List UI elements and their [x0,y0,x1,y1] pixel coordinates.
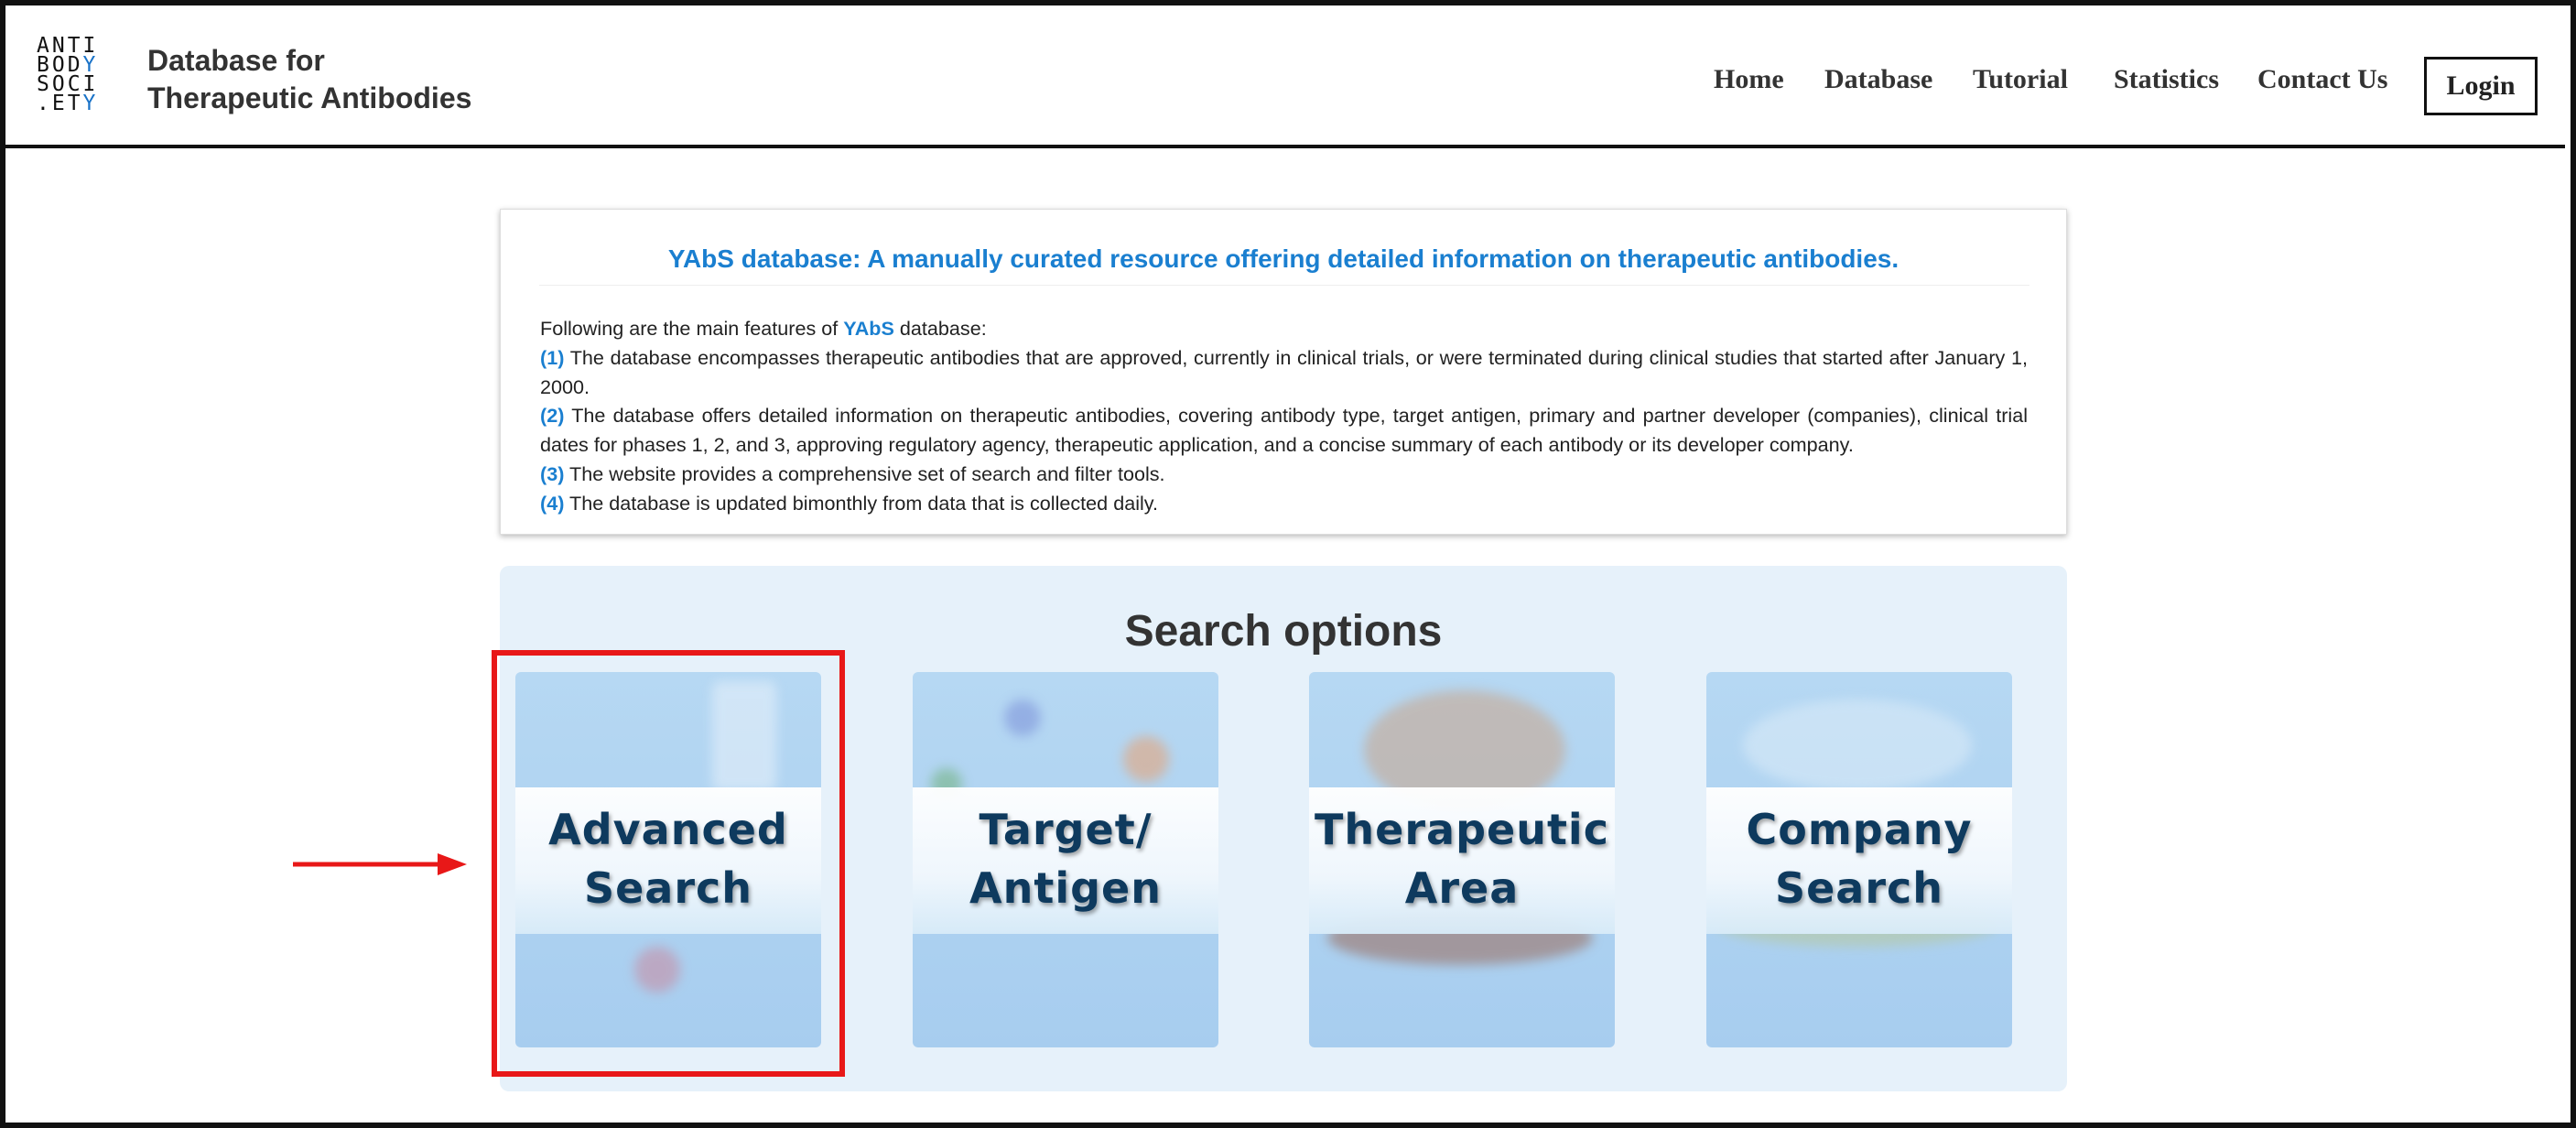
intro-divider [539,285,2029,286]
feature-text: The database encompasses therapeutic ant… [540,345,2028,398]
nav-contact-us[interactable]: Contact Us [2257,64,2388,95]
therapeutic-area-tile[interactable]: Therapeutic Area [1309,672,1615,1047]
site-header: ANTI BODY SOCI .ETY Database for Therapeuti… [5,5,2565,148]
logo-letters: Y [82,92,99,115]
intro-title: YAbS database: A manually curated resour… [667,244,1900,273]
feature-text: The database is updated bimonthly from d… [564,491,1158,515]
feature-number: (3) [540,461,565,485]
site-brand[interactable]: Database for Therapeutic Antibodies [147,42,471,117]
target-antigen-tile[interactable]: Target/ Antigen [913,672,1218,1047]
therapeutic-area-label: Therapeutic Area [1315,805,1609,913]
main-nav: Home Database Tutorial Statistics Contac… [1714,57,2538,121]
logo-letters: .ET [37,92,83,115]
logo-row: .ETY [37,92,99,115]
feature-item: (4) The database is updated bimonthly fr… [540,489,2028,518]
target-antigen-label: Target/ Antigen [969,805,1162,913]
molecule-icon [1123,736,1169,782]
intro-body: Following are the main features of YAbS … [540,314,2028,518]
antibody-society-logo[interactable]: ANTI BODY SOCI .ETY [37,36,99,115]
feature-item: (1) The database encompasses therapeutic… [540,343,2028,402]
company-search-tile[interactable]: Company Search [1706,672,2012,1047]
feature-text: The database offers detailed information… [540,404,2028,457]
intro-lead-after: database: [893,317,987,340]
feature-text: The website provides a comprehensive set… [564,461,1165,485]
annotation-highlight-box [492,650,845,1077]
intro-lead-before: Following are the main features of [540,317,844,340]
feature-number: (4) [540,491,565,515]
feature-number: (1) [540,345,565,369]
nav-home[interactable]: Home [1714,64,1784,95]
login-button[interactable]: Login [2424,57,2538,115]
nav-database[interactable]: Database [1824,64,1932,95]
company-search-label: Company Search [1746,805,1973,913]
intro-lead-highlight: YAbS [843,317,894,340]
nav-statistics[interactable]: Statistics [2114,64,2219,95]
feature-item: (3) The website provides a comprehensive… [540,460,2028,489]
brand-line-2: Therapeutic Antibodies [147,81,472,114]
brand-line-1: Database for [147,44,325,77]
target-antigen-illustration-icon [1004,700,1041,736]
intro-card: YAbS database: A manually curated resour… [500,209,2067,535]
annotation-arrow-icon [293,853,467,875]
company-search-illustration-icon [1743,700,1972,791]
intro-lead: Following are the main features of YAbS … [540,314,2028,343]
feature-item: (2) The database offers detailed informa… [540,401,2028,460]
nav-tutorial[interactable]: Tutorial [1973,64,2068,95]
feature-number: (2) [540,404,565,428]
search-options-title: Search options [1124,607,1443,656]
